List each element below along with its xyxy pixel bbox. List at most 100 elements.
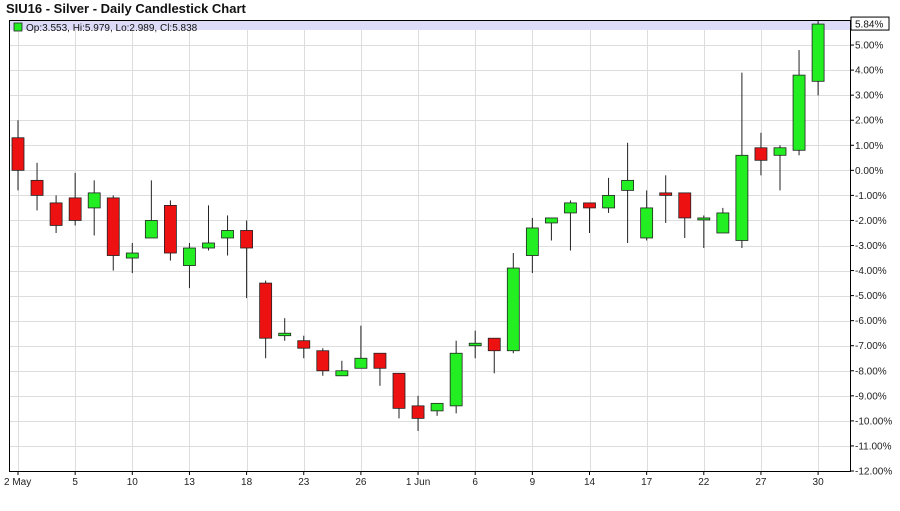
y-tick-label: -6.00% xyxy=(855,316,887,327)
x-axis: 2 May 5 10 13 18 23 26 1 Jun 6 9 14 17 22 27 30 xyxy=(4,471,824,488)
candle xyxy=(11,120,25,191)
ohlc-legend: Op:3.553, Hi:5.979, Lo:2.989, Cl:5.838 xyxy=(26,23,198,34)
candle-body-up xyxy=(792,74,806,151)
x-tick-label: 10 xyxy=(127,477,139,488)
y-tick-label: -7.00% xyxy=(855,341,887,352)
legend-swatch xyxy=(13,22,23,32)
candle xyxy=(811,20,825,96)
candle-body-up xyxy=(125,252,139,259)
candle xyxy=(240,220,254,299)
candle-body-down xyxy=(68,197,82,221)
y-tick-label: -4.00% xyxy=(855,266,887,277)
x-tick-label: 6 xyxy=(472,477,478,488)
candle xyxy=(68,172,82,226)
candle xyxy=(449,340,463,414)
x-tick-label: 13 xyxy=(184,477,196,488)
candle xyxy=(583,202,596,233)
y-tick-label: -1.00% xyxy=(855,191,887,202)
candle xyxy=(49,195,63,233)
candle xyxy=(697,215,711,249)
x-tick-label: 30 xyxy=(813,477,825,488)
candle-body-down xyxy=(678,192,692,219)
candle-body-down xyxy=(259,282,273,339)
candle-body-up xyxy=(697,217,711,221)
candle xyxy=(30,162,44,211)
candle xyxy=(640,190,654,241)
y-tick-label: -11.00% xyxy=(855,441,892,452)
x-tick-label: 23 xyxy=(298,477,310,488)
candle-body-up xyxy=(278,332,292,337)
x-tick-label: 26 xyxy=(355,477,367,488)
y-tick-label: 0.00% xyxy=(855,166,883,177)
candle xyxy=(221,215,234,256)
y-tick-label: 2.00% xyxy=(855,116,883,127)
chart-title: SIU16 - Silver - Daily Candlestick Chart xyxy=(6,1,246,16)
candle-body-up xyxy=(621,179,634,191)
candle-body-up xyxy=(716,212,730,234)
candle xyxy=(297,335,311,359)
last-value-label: 5.84% xyxy=(855,20,883,31)
candle xyxy=(468,330,482,359)
candle-body-up xyxy=(202,242,215,249)
candle xyxy=(163,200,177,261)
candle xyxy=(106,195,120,271)
candle-body-up xyxy=(449,352,463,407)
y-tick-label: -12.00% xyxy=(855,467,892,478)
x-tick-label: 22 xyxy=(698,477,710,488)
x-tick-label: 18 xyxy=(241,477,253,488)
candle-body-down xyxy=(30,179,44,196)
candle xyxy=(754,132,768,176)
candle-body-up xyxy=(183,247,196,266)
candle-body-down xyxy=(297,340,311,349)
candle-body-down xyxy=(659,192,673,196)
candle-body-up xyxy=(430,402,444,412)
x-tick-label: 2 May xyxy=(4,477,31,488)
candle-body-up xyxy=(602,194,615,209)
candle-body-up xyxy=(545,217,558,224)
candle xyxy=(735,72,749,249)
candle-body-up xyxy=(640,207,654,239)
y-axis: 5.00% 4.00% 3.00% 2.00% 1.00% 0.00% -1.00% -2.0… xyxy=(850,41,892,478)
y-tick-label: -5.00% xyxy=(855,291,887,302)
x-tick-label: 14 xyxy=(584,477,596,488)
candle xyxy=(525,217,539,274)
candle-body-up xyxy=(87,192,101,209)
candle-body-up xyxy=(773,147,787,156)
x-tick-label: 17 xyxy=(641,477,653,488)
candle-body-down xyxy=(11,137,25,171)
candle xyxy=(659,175,673,223)
candle-body-up xyxy=(468,342,482,347)
candle-body-down xyxy=(49,202,63,226)
candle-body-up xyxy=(354,357,368,369)
candle xyxy=(392,372,406,419)
y-tick-label: 5.00% xyxy=(855,41,883,52)
candle xyxy=(144,180,158,239)
y-tick-label: 1.00% xyxy=(855,141,883,152)
candle xyxy=(602,177,615,213)
candle-body-up xyxy=(506,267,520,352)
candle xyxy=(373,352,387,386)
candle xyxy=(87,180,101,236)
candle xyxy=(545,217,558,241)
candle-body-down xyxy=(163,205,177,254)
candle-body-up xyxy=(735,154,749,241)
candle xyxy=(773,145,787,191)
candle xyxy=(430,402,444,416)
candle-body-down xyxy=(240,230,254,249)
candle xyxy=(125,242,139,274)
y-tick-label: -10.00% xyxy=(855,416,892,427)
candle xyxy=(202,205,215,251)
y-tick-label: 3.00% xyxy=(855,91,883,102)
y-tick-label: -2.00% xyxy=(855,216,887,227)
candle-body-up xyxy=(221,230,234,239)
x-tick-label: 27 xyxy=(755,477,767,488)
candlestick-chart: Op:3.553, Hi:5.979, Lo:2.989, Cl:5.838 5… xyxy=(4,16,892,488)
candle xyxy=(487,337,501,374)
candle xyxy=(411,395,425,431)
candle xyxy=(335,360,349,377)
candle-body-up xyxy=(144,220,158,239)
candle-body-down xyxy=(392,372,406,409)
grid-lines xyxy=(9,20,850,472)
candle-body-down xyxy=(373,352,387,369)
candle-body-up xyxy=(335,370,349,377)
